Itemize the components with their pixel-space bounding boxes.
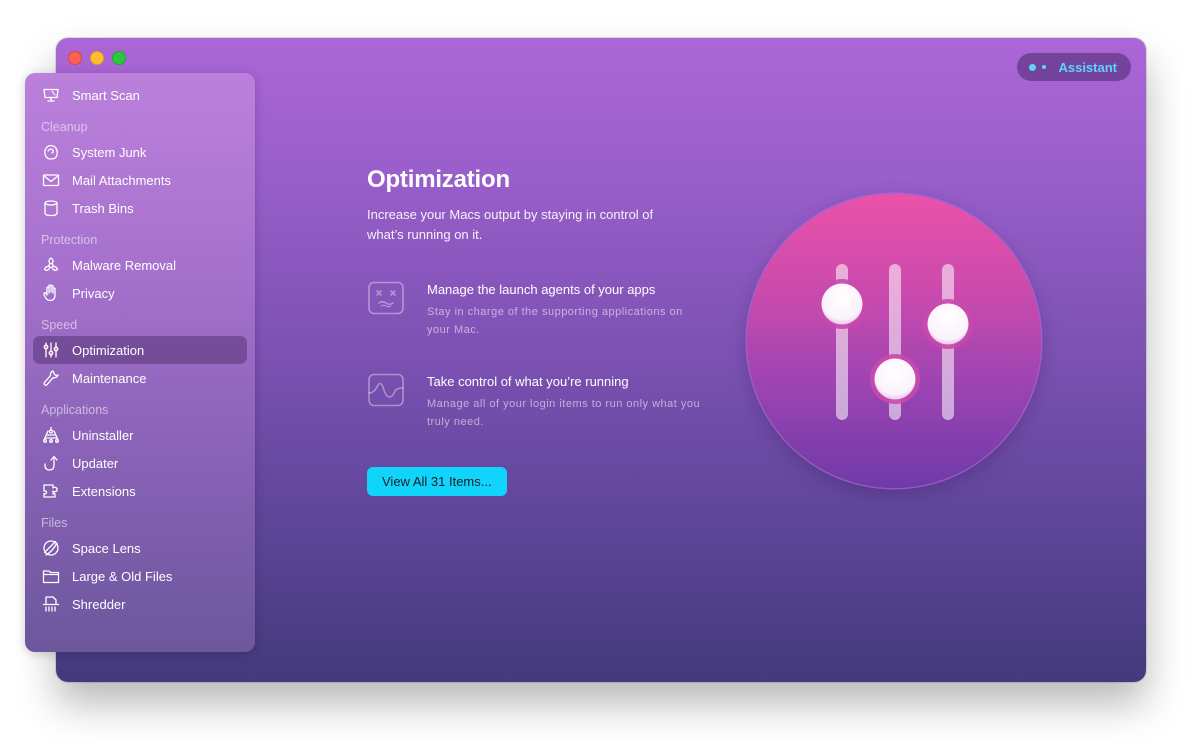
sidebar-item-large-and-old-files[interactable]: Large & Old Files (33, 562, 247, 590)
system-junk-icon (41, 142, 61, 162)
assistant-label: Assistant (1058, 59, 1117, 75)
trash-bin-icon (41, 198, 61, 218)
sidebar-item-privacy[interactable]: Privacy (33, 279, 247, 307)
sidebar-item-label: Privacy (72, 285, 115, 301)
assistant-dots-icon (1029, 63, 1037, 71)
sidebar-item-label: Smart Scan (72, 87, 140, 103)
sidebar-item-label: Optimization (72, 342, 145, 358)
feature-description: Manage all of your login items to run on… (427, 398, 701, 428)
sidebar-item-uninstaller[interactable]: Uninstaller (33, 421, 247, 449)
sidebar-item-label: Updater (72, 455, 119, 471)
sidebar-item-maintenance[interactable]: Maintenance (33, 364, 247, 392)
sidebar-item-shredder[interactable]: Shredder (33, 590, 247, 618)
slider-knob-1 (821, 283, 863, 325)
sidebar-item-label: System Junk (72, 144, 147, 160)
sidebar-section-speed: Speed (41, 318, 78, 332)
sidebar-item-optimization[interactable]: Optimization (33, 336, 247, 364)
main-content: Optimization Increase your Macs output b… (367, 166, 727, 496)
sidebar-section-cleanup: Cleanup (41, 120, 88, 134)
feature-login-items: Take control of what you’re running Mana… (367, 373, 727, 431)
uninstaller-icon (41, 425, 61, 445)
sidebar-item-label: Space Lens (72, 540, 141, 556)
window-controls (68, 51, 126, 65)
dead-face-icon (367, 281, 405, 315)
slider-knob-2 (874, 358, 916, 400)
shredder-icon (41, 594, 61, 614)
space-lens-icon (41, 538, 61, 558)
feature-description: Stay in charge of the supporting applica… (427, 306, 683, 336)
wrench-icon (41, 368, 61, 388)
slider-knob-3 (927, 303, 969, 345)
assistant-button[interactable]: Assistant (1017, 53, 1131, 81)
close-window-button[interactable] (68, 51, 82, 65)
sidebar-item-label: Extensions (72, 483, 136, 499)
sliders-icon (41, 340, 61, 360)
sidebar-item-label: Malware Removal (72, 257, 177, 273)
feature-launch-agents: Manage the launch agents of your apps St… (367, 281, 727, 339)
sidebar-item-label: Maintenance (72, 370, 147, 386)
sidebar-item-mail-attachments[interactable]: Mail Attachments (33, 166, 247, 194)
sidebar-section-files: Files (41, 516, 68, 530)
sidebar-section-protection: Protection (41, 233, 98, 247)
sidebar-item-malware-removal[interactable]: Malware Removal (33, 251, 247, 279)
page-subtitle: Increase your Macs output by staying in … (367, 207, 654, 242)
optimization-sliders-icon (747, 194, 1041, 488)
sidebar-section-applications: Applications (41, 403, 109, 417)
envelope-icon (41, 170, 61, 190)
sidebar-item-updater[interactable]: Updater (33, 449, 247, 477)
sidebar-item-label: Trash Bins (72, 200, 134, 216)
sidebar-item-system-junk[interactable]: System Junk (33, 138, 247, 166)
sidebar-item-label: Mail Attachments (72, 172, 171, 188)
sidebar-item-space-lens[interactable]: Space Lens (33, 534, 247, 562)
update-arrow-icon (41, 453, 61, 473)
assistant-dot-small (1042, 65, 1047, 69)
page-title: Optimization (367, 166, 510, 193)
biohazard-icon (41, 255, 61, 275)
sidebar-item-extensions[interactable]: Extensions (33, 477, 247, 505)
sidebar-item-trash-bins[interactable]: Trash Bins (33, 194, 247, 222)
sidebar-list: Smart Scan Cleanup System Junk Mail Attachm… (33, 81, 247, 618)
waveform-icon (367, 373, 405, 407)
sidebar: Smart Scan Cleanup System Junk Mail Attachm… (25, 73, 255, 652)
maximize-window-button[interactable] (112, 51, 126, 65)
sidebar-item-label: Shredder (72, 596, 126, 612)
feature-title: Manage the launch agents of your apps (427, 282, 656, 297)
view-all-items-button[interactable]: View All 31 Items... (367, 467, 507, 496)
puzzle-icon (41, 481, 61, 501)
sidebar-item-label: Uninstaller (72, 427, 134, 443)
feature-title: Take control of what you’re running (427, 374, 629, 389)
sidebar-item-label: Large & Old Files (72, 568, 173, 584)
monitor-icon (41, 85, 61, 105)
folder-icon (41, 566, 61, 586)
sidebar-item-smart-scan[interactable]: Smart Scan (33, 81, 247, 109)
minimize-window-button[interactable] (90, 51, 104, 65)
hand-icon (41, 283, 61, 303)
